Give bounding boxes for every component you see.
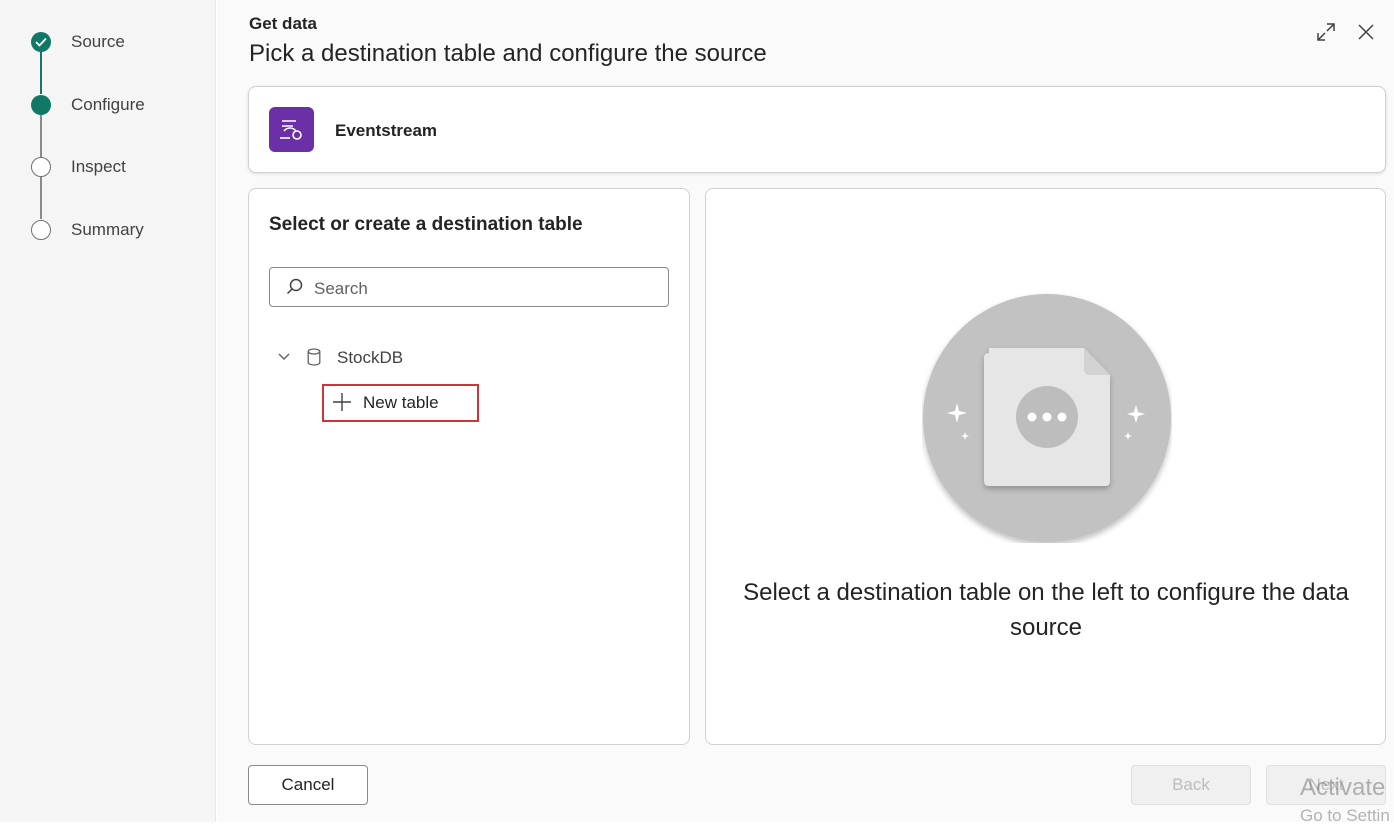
back-button[interactable]: Back	[1131, 765, 1251, 805]
wizard-sidebar: Source Configure Inspect Summary	[0, 0, 216, 825]
step-summary[interactable]: Summary	[0, 215, 216, 245]
step-connector	[40, 51, 42, 94]
current-step-icon	[31, 95, 51, 115]
main-content: Get data Pick a destination table and co…	[217, 0, 1394, 825]
source-card: Eventstream	[248, 86, 1386, 173]
search-input[interactable]	[312, 276, 656, 302]
source-name: Eventstream	[335, 121, 438, 140]
step-label: Source	[71, 32, 125, 51]
cancel-button[interactable]: Cancel	[248, 765, 368, 805]
configure-panel: Select a destination table on the left t…	[705, 188, 1386, 745]
chevron-down-icon[interactable]	[277, 350, 291, 364]
plus-icon	[333, 393, 351, 411]
empty-state-illustration	[922, 293, 1172, 543]
eventstream-icon	[269, 107, 314, 152]
database-name: StockDB	[337, 348, 404, 367]
destination-panel: Select or create a destination table Sto…	[248, 188, 690, 745]
pending-step-icon	[31, 220, 51, 240]
activation-watermark: Activate	[1300, 774, 1386, 801]
step-label: Summary	[71, 220, 144, 239]
dialog-subtitle: Get data	[249, 14, 318, 33]
step-label: Configure	[71, 95, 145, 114]
search-icon	[286, 278, 303, 295]
step-label: Inspect	[71, 157, 126, 176]
step-connector	[40, 114, 42, 157]
close-icon[interactable]	[1356, 22, 1376, 42]
step-source[interactable]: Source	[0, 27, 216, 57]
new-table-button[interactable]: New table	[322, 384, 479, 422]
panel-title: Select or create a destination table	[269, 214, 583, 235]
step-inspect[interactable]: Inspect	[0, 152, 216, 182]
new-table-label: New table	[363, 393, 439, 412]
step-connector	[40, 177, 42, 219]
tree-item-database[interactable]: StockDB	[277, 347, 477, 369]
empty-state-message: Select a destination table on the left t…	[743, 579, 1349, 641]
expand-icon[interactable]	[1316, 22, 1336, 42]
database-icon	[307, 348, 321, 366]
checkmark-icon	[31, 32, 51, 52]
pending-step-icon	[31, 157, 51, 177]
page-title: Pick a destination table and configure t…	[249, 40, 767, 67]
search-box[interactable]	[269, 267, 669, 307]
step-configure[interactable]: Configure	[0, 90, 216, 120]
